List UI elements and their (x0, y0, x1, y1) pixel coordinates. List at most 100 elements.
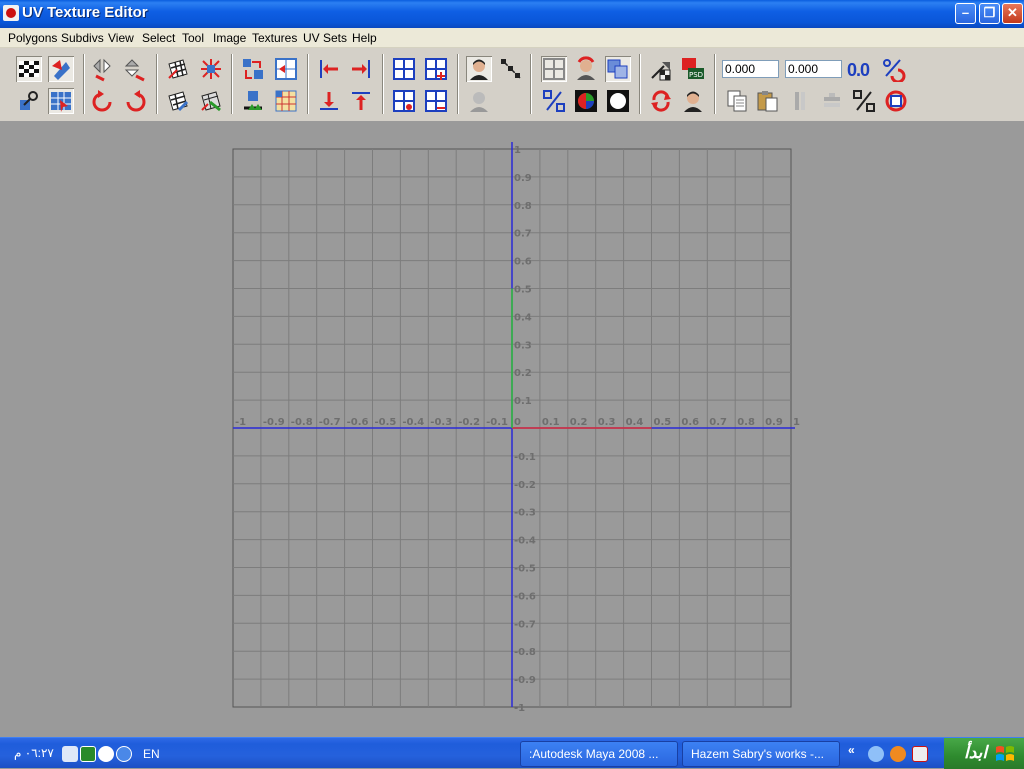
toolbar-separator (382, 54, 384, 114)
rotate-cw-icon[interactable] (122, 88, 148, 114)
update-icon[interactable] (98, 746, 114, 762)
menu-polygons[interactable]: Polygons (8, 31, 57, 45)
menu-help[interactable]: Help (352, 31, 377, 45)
shrink-selection-icon[interactable] (423, 88, 449, 114)
isolate-remove-icon[interactable] (466, 88, 492, 114)
map-uv-border-icon[interactable] (273, 56, 299, 82)
display-uv-percent-icon[interactable] (541, 88, 567, 114)
uv-editor-viewport[interactable]: -1 -0.9 -0.8 -0.7 -0.6 -0.5 -0.4 -0.3 -0.2 -0.1 0 0… (0, 121, 1024, 737)
snap-pixels-icon[interactable] (573, 56, 599, 82)
tray-expand-icon[interactable] (116, 746, 132, 762)
copy-uvs-icon[interactable] (724, 88, 750, 114)
isolate-select-icon[interactable] (466, 56, 492, 82)
quick-launch-expand-icon[interactable]: « (848, 743, 855, 757)
straighten-uvs-icon[interactable] (240, 88, 266, 114)
toolbar-separator (156, 54, 158, 114)
v-tick-label: 0.3 (514, 340, 532, 351)
v-tick-label: 0.9 (514, 173, 532, 184)
cut-uv-edges-icon[interactable] (165, 56, 191, 82)
u-tick-label: 0.1 (542, 417, 560, 428)
window-title: UV Texture Editor (22, 4, 148, 21)
toolbar-separator (530, 54, 532, 114)
shade-uvs-icon[interactable] (605, 56, 631, 82)
texture-checker-icon[interactable] (16, 56, 42, 82)
flip-u-icon[interactable] (90, 56, 116, 82)
sew-uv-edges-icon[interactable] (165, 88, 191, 114)
grow-selection-icon[interactable] (423, 56, 449, 82)
precision-label[interactable]: 0.0 (847, 60, 870, 81)
update-psd-network-icon[interactable]: PSD (680, 56, 706, 82)
v-tick-label: -0.6 (514, 591, 536, 602)
paste-u-disabled-icon[interactable] (787, 88, 813, 114)
firefox-quicklaunch-icon[interactable] (890, 746, 906, 762)
u-tick-label: 0 (514, 417, 521, 428)
uv-snapshot-icon[interactable] (883, 88, 909, 114)
align-bottom-icon[interactable] (316, 88, 342, 114)
v-tick-label: -0.5 (514, 564, 536, 575)
uv-toolbar: PSD 0.0 (0, 48, 1024, 121)
menu-textures[interactable]: Textures (252, 31, 297, 45)
menu-bar: Polygons Subdivs View Select Tool Image … (0, 28, 1024, 48)
menu-select[interactable]: Select (142, 31, 175, 45)
rotate-ccw-icon[interactable] (90, 88, 116, 114)
paste-v-disabled-icon[interactable] (819, 88, 845, 114)
select-shell-icon[interactable] (48, 56, 74, 82)
toggle-grid-icon[interactable] (541, 56, 567, 82)
start-button[interactable]: ابدأ (944, 738, 1024, 769)
align-left-icon[interactable] (316, 56, 342, 82)
network-icon[interactable] (62, 746, 78, 762)
alpha-channel-icon[interactable] (605, 88, 631, 114)
select-connected-icon[interactable] (498, 56, 524, 82)
u-value-field[interactable] (722, 60, 779, 78)
split-uvs-icon[interactable] (198, 56, 224, 82)
u-tick-label: 0.4 (626, 417, 644, 428)
maya-app-icon[interactable] (3, 5, 19, 21)
v-tick-label: -0.9 (514, 675, 536, 686)
toggle-mask-icon[interactable] (680, 88, 706, 114)
task-autodesk-maya[interactable]: :Autodesk Maya 2008 ... (520, 741, 678, 767)
restore-button[interactable]: ❐ (979, 3, 1000, 24)
align-right-icon[interactable] (348, 56, 374, 82)
rgb-channels-icon[interactable] (573, 88, 599, 114)
taskbar-clock[interactable]: ٠٦:٢٧ م (14, 746, 54, 760)
image-filter-icon[interactable] (648, 56, 674, 82)
u-tick-label: 0.7 (709, 417, 727, 428)
minimize-button[interactable]: – (955, 3, 976, 24)
uv-percent-rotate-icon[interactable] (880, 56, 906, 84)
menu-view[interactable]: View (108, 31, 134, 45)
grab-uv-icon[interactable] (16, 88, 42, 114)
move-sew-uvs-icon[interactable] (198, 88, 224, 114)
v-tick-label: -0.7 (514, 619, 536, 630)
v-tick-label: 0.2 (514, 368, 532, 379)
grid-uvs-icon[interactable] (391, 56, 417, 82)
select-uv-grid-icon[interactable] (48, 88, 74, 114)
menu-tool[interactable]: Tool (182, 31, 204, 45)
layout-uvs-icon[interactable] (240, 56, 266, 82)
u-tick-label: 1 (793, 417, 800, 428)
select-border-icon[interactable] (391, 88, 417, 114)
toolbar-separator (83, 54, 85, 114)
close-button[interactable]: ✕ (1002, 3, 1023, 24)
ie-quicklaunch-icon[interactable] (868, 746, 884, 762)
language-indicator[interactable]: EN (143, 747, 160, 761)
menu-subdivs[interactable]: Subdivs (61, 31, 104, 45)
uv-grid[interactable]: -1 -0.9 -0.8 -0.7 -0.6 -0.5 -0.4 -0.3 -0.2 -0.1 0 0… (0, 121, 1024, 737)
v-tick-label: -0.1 (514, 452, 536, 463)
toolbar-separator (307, 54, 309, 114)
v-value-field[interactable] (785, 60, 842, 78)
title-bar: UV Texture Editor – ❐ ✕ (0, 0, 1024, 28)
v-tick-label: 0.6 (514, 257, 532, 268)
cycle-uv-percent-icon[interactable] (851, 88, 877, 114)
download-manager-icon[interactable] (80, 746, 96, 762)
menu-image[interactable]: Image (213, 31, 246, 45)
menu-uv-sets[interactable]: UV Sets (303, 31, 347, 45)
unfold-uvs-icon[interactable] (273, 88, 299, 114)
v-tick-label: -0.4 (514, 536, 536, 547)
maya-quicklaunch-icon[interactable] (912, 746, 928, 762)
task-hazem-works[interactable]: Hazem Sabry's works -... (682, 741, 840, 767)
u-tick-label: 0.6 (681, 417, 699, 428)
refresh-icon[interactable] (648, 88, 674, 114)
flip-v-icon[interactable] (122, 56, 148, 82)
align-top-icon[interactable] (348, 88, 374, 114)
paste-uvs-icon[interactable] (755, 88, 781, 114)
